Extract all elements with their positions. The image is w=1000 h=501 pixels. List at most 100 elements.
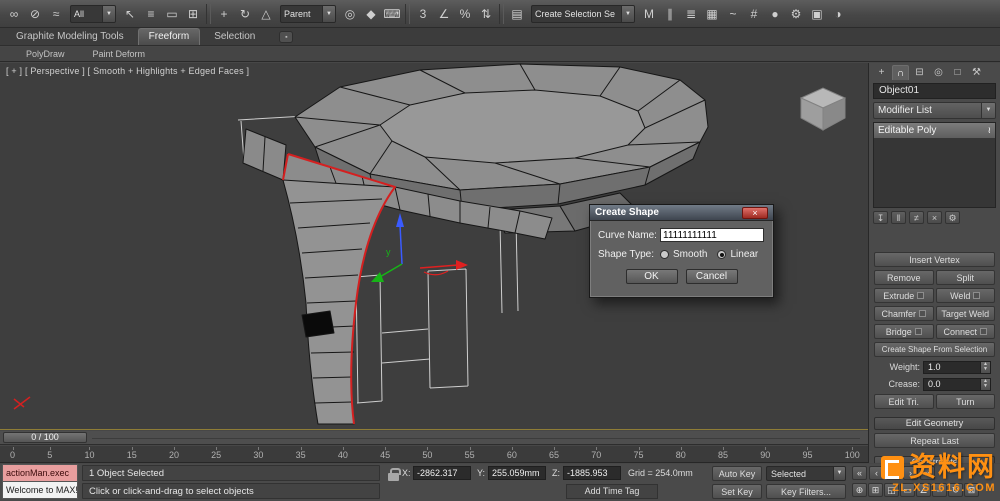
configure-modifier-sets-icon[interactable]: ⚙ [945,210,960,224]
spinner-snap-icon[interactable]: ⇅ [476,4,496,24]
connect-settings-icon[interactable] [980,328,988,335]
bridge-button[interactable]: Bridge [874,324,934,339]
listener-output-line[interactable]: Welcome to MAX! [2,482,78,499]
key-mode-dropdown[interactable]: Selected ▼ [766,466,846,481]
next-frame-icon[interactable]: › [903,466,918,480]
render-production-icon[interactable]: ◑ [828,4,848,24]
cancel-button[interactable]: Cancel [685,269,738,284]
panel-paint-deform[interactable]: Paint Deform [93,49,146,59]
zoom-all-icon[interactable]: ⊞ [868,483,883,497]
weld-button[interactable]: Weld [935,288,995,303]
close-icon[interactable]: × [742,206,768,219]
tab-freeform[interactable]: Freeform [137,28,201,45]
add-time-tag[interactable]: Add Time Tag [566,484,658,499]
chamfer-button[interactable]: Chamfer [874,306,934,321]
angle-snap-icon[interactable]: ∠ [434,4,454,24]
rectangular-selection-region-icon[interactable]: ▭ [162,4,182,24]
radio-linear[interactable]: Linear [717,249,758,260]
snap-toggle-3d-icon[interactable]: 3 [413,4,433,24]
mirror-icon[interactable]: M [639,4,659,24]
make-unique-icon[interactable]: ≠ [909,210,924,224]
dropdown-arrow-icon[interactable]: ▼ [621,5,634,22]
field-of-view-icon[interactable]: ∠ [916,483,931,497]
extrude-button[interactable]: Extrude [874,288,934,303]
ok-button[interactable]: OK [625,269,678,284]
play-animation-icon[interactable]: ▶ [886,466,901,480]
x-coord-field[interactable]: -2862.317 [413,466,471,480]
auto-key-button[interactable]: Auto Key [712,466,762,481]
schematic-view-icon[interactable]: # [744,4,764,24]
align-icon[interactable]: ∥ [660,4,680,24]
material-editor-icon[interactable]: ● [765,4,785,24]
viewport-label[interactable]: [ + ] [ Perspective ] [ Smooth + Highlig… [6,66,249,76]
key-filters-button[interactable]: Key Filters... [766,484,846,499]
edit-tri-button[interactable]: Edit Tri. [874,394,934,409]
rendered-frame-window-icon[interactable]: ▣ [807,4,827,24]
reference-coordinate-system-dropdown[interactable]: Parent ▼ [280,4,336,23]
remove-button[interactable]: Remove [874,270,934,285]
z-coord-field[interactable]: -1885.953 [563,466,621,480]
hierarchy-tab-icon[interactable]: ⊟ [911,65,928,80]
split-button[interactable]: Split [935,270,995,285]
crease-input[interactable]: 0.0 ▲ ▼ [923,377,991,391]
maximize-viewport-toggle-icon[interactable]: ⊠ [964,483,979,497]
layer-manager-icon[interactable]: ≣ [681,4,701,24]
dialog-titlebar[interactable]: Create Shape × [590,205,773,221]
extrude-settings-icon[interactable] [917,292,925,299]
pan-view-icon[interactable]: ⇔ [932,483,947,497]
maxscript-mini-listener[interactable]: actionMan.exec Welcome to MAX! [2,464,78,499]
dropdown-arrow-icon[interactable]: ▼ [322,5,335,22]
chevron-down-icon[interactable]: ▼ [981,103,995,118]
curve-editor-icon[interactable]: ~ [723,4,743,24]
target-weld-button[interactable]: Target Weld [935,306,995,321]
radio-smooth[interactable]: Smooth [660,249,707,260]
turn-button[interactable]: Turn [935,394,995,409]
select-by-name-icon[interactable]: ≡ [141,4,161,24]
select-and-rotate-icon[interactable]: ↻ [235,4,255,24]
chamfer-settings-icon[interactable] [919,310,926,317]
use-pivot-point-center-icon[interactable]: ◎ [340,4,360,24]
chevron-down-icon[interactable]: ▼ [833,467,845,480]
remove-modifier-icon[interactable]: × [927,210,942,224]
listener-macro-line[interactable]: actionMan.exec [2,464,78,482]
spinner-arrows-icon[interactable]: ▲ ▼ [980,378,990,390]
curve-name-input[interactable] [660,228,764,242]
create-shape-from-selection-button[interactable]: Create Shape From Selection [874,342,995,357]
utilities-tab-icon[interactable]: ⚒ [968,65,985,80]
select-and-move-icon[interactable]: + [214,4,234,24]
spinner-arrows-icon[interactable]: ▲ ▼ [980,361,990,373]
select-object-icon[interactable]: ↖ [120,4,140,24]
stack-item-state-icon[interactable]: ≀ [988,125,991,136]
time-slider-handle[interactable]: 0 / 100 [3,432,87,443]
track-bar[interactable]: 0 5 10 15 20 25 30 35 40 45 50 55 60 65 70 75 80 85 90 95 10… [0,446,868,463]
named-selection-sets-dropdown[interactable]: Create Selection Se ▼ [531,4,635,23]
object-name-field[interactable]: Object01 [873,83,996,99]
bridge-settings-icon[interactable] [914,328,922,335]
modifier-stack[interactable]: Editable Poly ≀ [873,122,996,208]
panel-polydraw[interactable]: PolyDraw [26,49,65,59]
zoom-region-icon[interactable]: ▭ [900,483,915,497]
bind-to-space-warp-icon[interactable]: ≈ [46,4,66,24]
motion-tab-icon[interactable]: ◎ [930,65,947,80]
selection-lock-icon[interactable] [388,468,401,481]
insert-vertex-button[interactable]: Insert Vertex [874,252,995,267]
ribbon-minimize-icon[interactable]: ▪ [279,31,294,43]
weight-input[interactable]: 1.0 ▲ ▼ [923,360,991,374]
graphite-ribbon-toggle-icon[interactable]: ▦ [702,4,722,24]
zoom-extents-icon[interactable]: ◱ [884,483,899,497]
modify-tab-icon[interactable]: ∩ [892,65,909,80]
rollout-constraints[interactable]: Constraints [874,456,995,463]
connect-button[interactable]: Connect [935,324,995,339]
rollout-edit-geometry[interactable]: Edit Geometry [874,417,995,430]
create-tab-icon[interactable]: + [873,65,890,80]
select-and-manipulate-icon[interactable]: ◆ [361,4,381,24]
unlink-selection-icon[interactable]: ⊘ [25,4,45,24]
select-and-link-icon[interactable]: ∞ [4,4,24,24]
transform-gizmo[interactable]: y [371,213,468,282]
weld-settings-icon[interactable] [973,292,981,299]
set-key-button[interactable]: Set Key [712,484,762,499]
zoom-icon[interactable]: ⊕ [852,483,867,497]
render-setup-icon[interactable]: ⚙ [786,4,806,24]
pin-stack-icon[interactable]: ↧ [873,210,888,224]
tab-graphite-modeling-tools[interactable]: Graphite Modeling Tools [6,29,134,45]
